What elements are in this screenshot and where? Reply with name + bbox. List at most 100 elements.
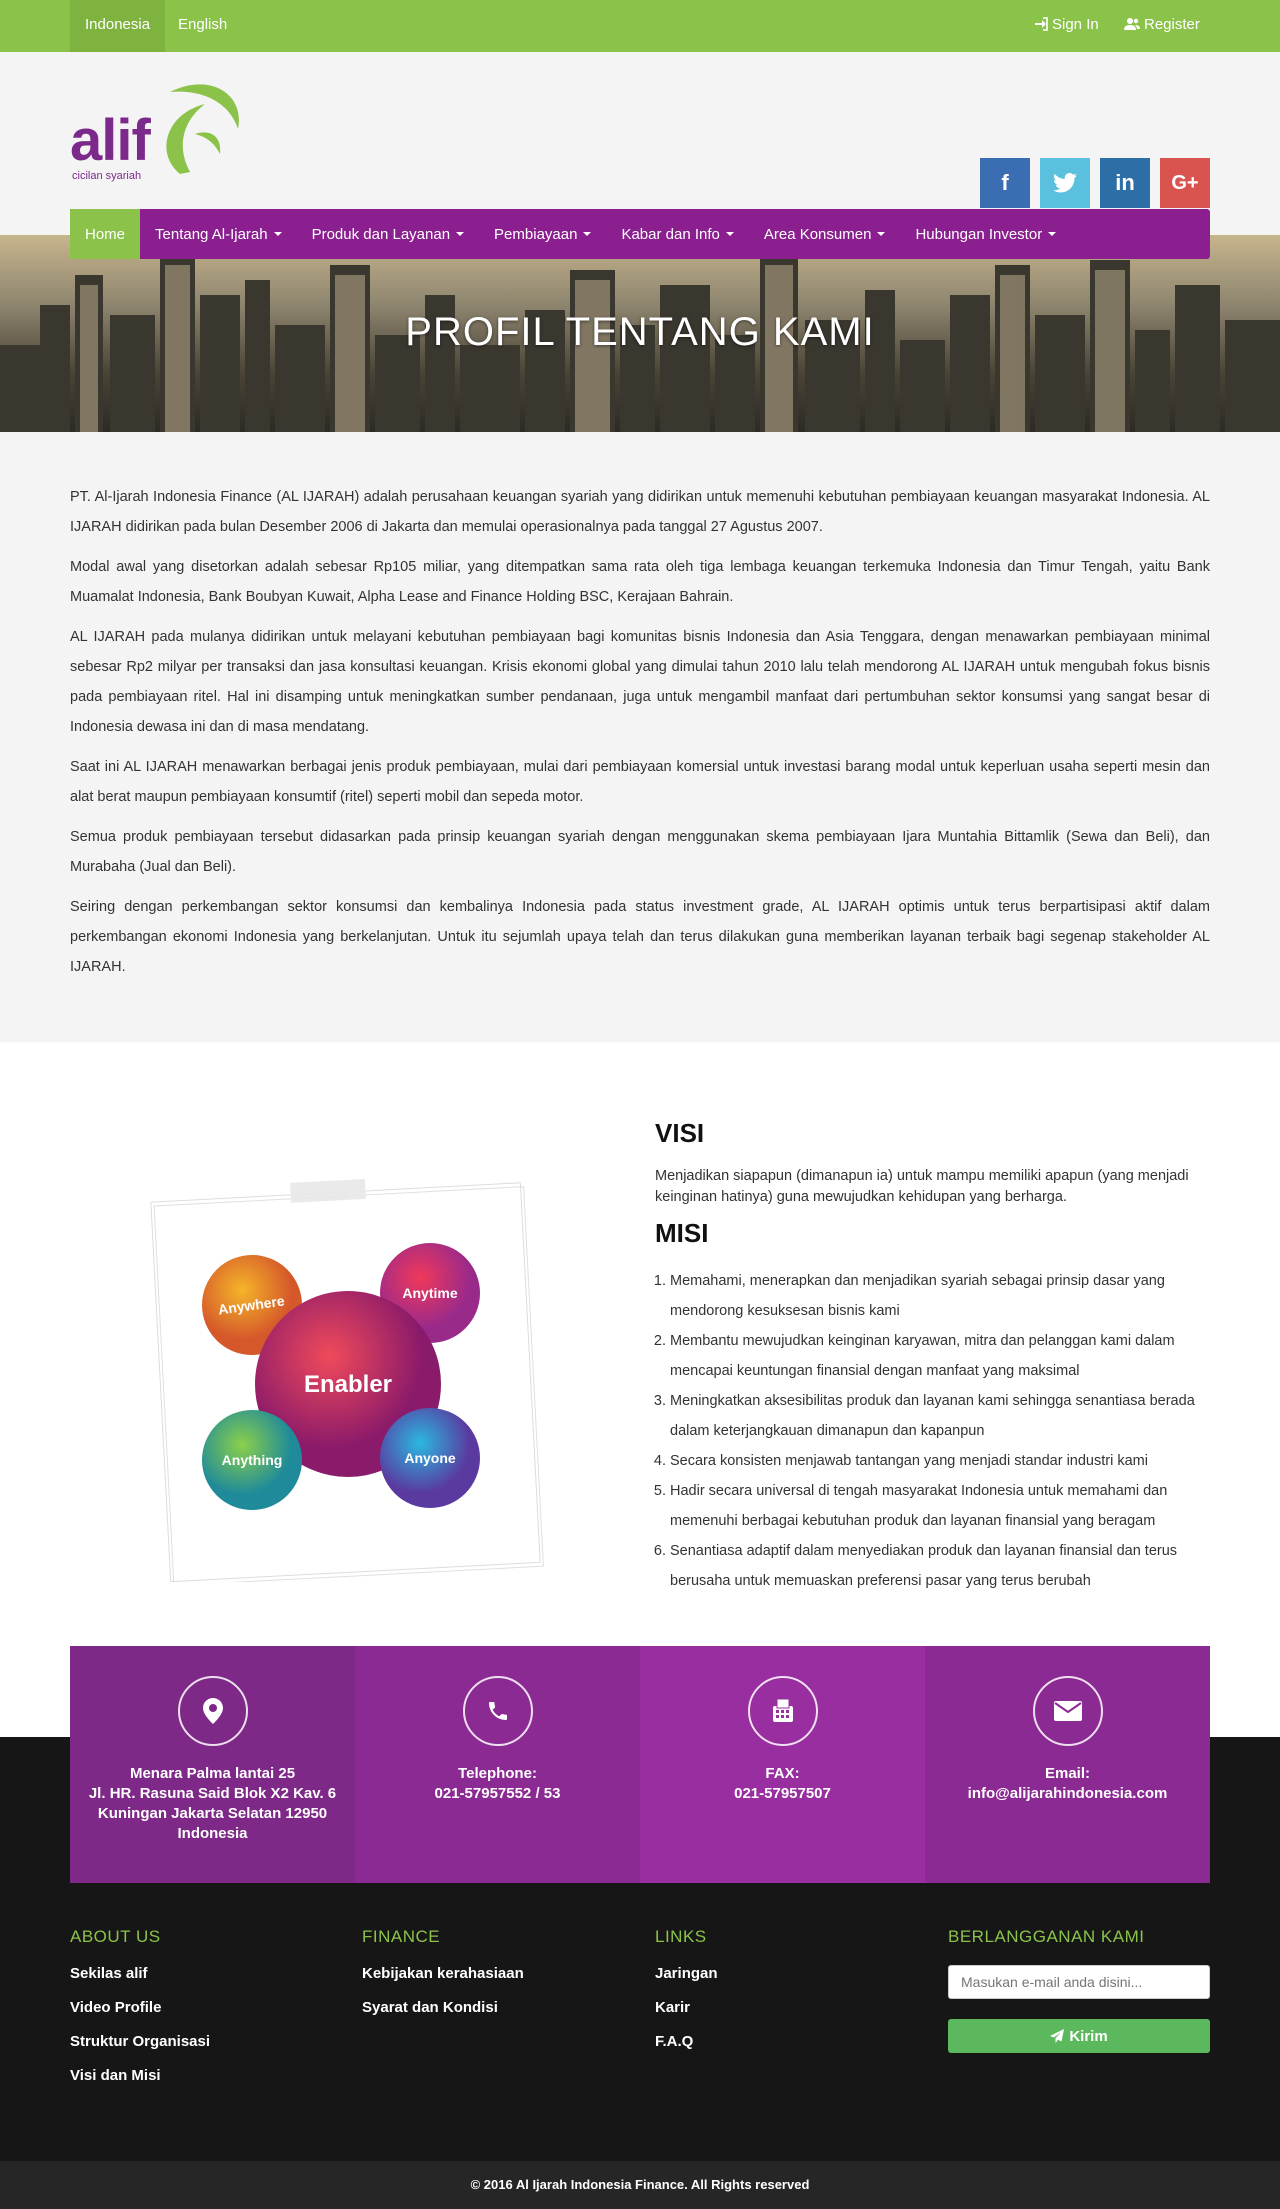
sign-in-label: Sign In	[1052, 16, 1099, 33]
contact-email: Email: info@alijarahindonesia.com	[925, 1646, 1210, 1883]
address-line: Menara Palma lantai 25	[129, 1765, 296, 1782]
misi-item: Secara konsisten menjawab tantangan yang…	[670, 1446, 1210, 1476]
contact-telephone: Telephone: 021-57957552 / 53	[355, 1646, 640, 1883]
linkedin-button[interactable]: in	[1100, 158, 1150, 208]
caret-down-icon	[725, 232, 734, 236]
nav-kabar[interactable]: Kabar dan Info	[606, 209, 748, 259]
email-value[interactable]: info@alijarahindonesia.com	[925, 1784, 1210, 1804]
top-bar: Indonesia English Sign In Register	[0, 0, 1280, 52]
footer-about: ABOUT US Sekilas alif Video Profile Stru…	[70, 1927, 210, 2101]
footer-link-sekilas[interactable]: Sekilas alif	[70, 1965, 210, 1982]
caret-down-icon	[583, 232, 592, 236]
address-line: Indonesia	[177, 1825, 248, 1842]
caret-down-icon	[273, 232, 282, 236]
facebook-button[interactable]: f	[980, 158, 1030, 208]
footer-link-video[interactable]: Video Profile	[70, 1999, 210, 2016]
nav-produk-label: Produk dan Layanan	[311, 225, 451, 243]
register-link[interactable]: Register	[1124, 0, 1200, 52]
nav-pembiayaan[interactable]: Pembiayaan	[479, 209, 606, 259]
misi-item: Memahami, menerapkan dan menjadikan syar…	[670, 1266, 1210, 1326]
telephone-label: Telephone:	[458, 1765, 537, 1782]
visi-text: Menjadikan siapapun (dimanapun ia) untuk…	[655, 1168, 1189, 1205]
footer-link-struktur[interactable]: Struktur Organisasi	[70, 2033, 210, 2050]
copyright: © 2016 Al Ijarah Indonesia Finance. All …	[0, 2161, 1280, 2209]
fax-value: 021-57957507	[734, 1785, 831, 1802]
lang-english[interactable]: English	[163, 0, 242, 52]
nav-area-label: Area Konsumen	[763, 225, 872, 243]
visi-heading: VISI	[655, 1118, 705, 1148]
telephone-value[interactable]: 021-57957552 / 53	[355, 1784, 640, 1804]
hero-banner: PROFIL TENTANG KAMI	[0, 235, 1280, 432]
google-plus-button[interactable]: G+	[1160, 158, 1210, 208]
bubble-anytime: Anytime	[402, 1285, 457, 1301]
footer-finance-heading: FINANCE	[362, 1927, 441, 1946]
envelope-icon	[1032, 1676, 1103, 1746]
twitter-button[interactable]	[1040, 158, 1090, 208]
footer-link-jaringan[interactable]: Jaringan	[655, 1965, 718, 1982]
lang-indonesia[interactable]: Indonesia	[70, 0, 166, 52]
logo-leaf-icon	[166, 84, 239, 174]
fax-label: FAX:	[765, 1765, 800, 1782]
misi-item: Hadir secara universal di tengah masyara…	[670, 1476, 1210, 1536]
footer-link-faq[interactable]: F.A.Q	[655, 2033, 718, 2050]
nav-produk[interactable]: Produk dan Layanan	[297, 209, 479, 259]
footer-links: LINKS Jaringan Karir F.A.Q	[655, 1927, 718, 2067]
footer-link-syarat[interactable]: Syarat dan Kondisi	[362, 1999, 524, 2016]
caret-down-icon	[877, 232, 886, 236]
about-paragraph: Semua produk pembiayaan tersebut didasar…	[70, 829, 1210, 875]
footer-link-visi[interactable]: Visi dan Misi	[70, 2067, 210, 2084]
footer-link-karir[interactable]: Karir	[655, 1999, 718, 2016]
email-label: Email:	[1044, 1765, 1090, 1782]
about-section: PT. Al-Ijarah Indonesia Finance (AL IJAR…	[0, 432, 1280, 1042]
address-line: Jl. HR. Rasuna Said Blok X2 Kav. 6	[88, 1785, 337, 1802]
misi-item: Membantu mewujudkan keinginan karyawan, …	[670, 1326, 1210, 1386]
nav-tentang[interactable]: Tentang Al-Ijarah	[140, 209, 297, 259]
about-paragraph: AL IJARAH pada mulanya didirikan untuk m…	[70, 629, 1210, 735]
nav-area-konsumen[interactable]: Area Konsumen	[749, 209, 901, 259]
contact-strip: Menara Palma lantai 25 Jl. HR. Rasuna Sa…	[70, 1646, 1210, 1883]
logo-tagline: cicilan syariah	[72, 170, 142, 182]
misi-heading: MISI	[655, 1218, 709, 1248]
contact-fax: FAX: 021-57957507	[640, 1646, 925, 1883]
about-paragraph: Saat ini AL IJARAH menawarkan berbagai j…	[70, 759, 1210, 805]
footer-link-kebijakan[interactable]: Kebijakan kerahasiaan	[362, 1965, 524, 1982]
page-title: PROFIL TENTANG KAMI	[405, 310, 875, 354]
misi-item: Meningkatkan aksesibilitas produk dan la…	[670, 1386, 1210, 1446]
about-paragraph: PT. Al-Ijarah Indonesia Finance (AL IJAR…	[70, 489, 1210, 535]
nav-investor-label: Hubungan Investor	[915, 225, 1043, 243]
logo-text[interactable]: alif	[70, 107, 151, 174]
facebook-icon: f	[1001, 170, 1009, 195]
sign-in-icon	[1035, 17, 1048, 31]
nav-investor[interactable]: Hubungan Investor	[900, 209, 1071, 259]
visi-misi-section: Anywhere Anytime Enabler Anything Anyone…	[0, 1042, 1280, 1737]
site-header: alif cicilan syariah f in G+	[0, 52, 1280, 235]
sign-in-link[interactable]: Sign In	[1034, 0, 1099, 52]
users-icon	[1124, 18, 1140, 30]
footer-about-heading: ABOUT US	[70, 1927, 161, 1946]
contact-address: Menara Palma lantai 25 Jl. HR. Rasuna Sa…	[70, 1646, 355, 1883]
subscribe-email-input[interactable]	[948, 1965, 1210, 1999]
footer-finance: FINANCE Kebijakan kerahasiaan Syarat dan…	[362, 1927, 524, 2033]
enabler-diagram-image: Anywhere Anytime Enabler Anything Anyone	[150, 1178, 544, 1582]
about-paragraph: Modal awal yang disetorkan adalah sebesa…	[70, 559, 1210, 605]
bubble-anyone: Anyone	[404, 1450, 456, 1466]
paper-plane-icon	[1050, 2029, 1065, 2043]
nav-home[interactable]: Home	[70, 209, 141, 259]
register-label: Register	[1144, 16, 1200, 33]
google-plus-icon: G+	[1171, 171, 1199, 194]
misi-list: Memahami, menerapkan dan menjadikan syar…	[655, 1266, 1210, 1596]
nav-kabar-label: Kabar dan Info	[621, 225, 720, 243]
footer-subscribe: BERLANGGANAN KAMI Kirim	[948, 1927, 1210, 2053]
linkedin-icon: in	[1115, 170, 1135, 195]
phone-icon	[462, 1676, 533, 1746]
subscribe-button[interactable]: Kirim	[948, 2019, 1210, 2053]
fax-icon	[747, 1676, 818, 1746]
bubble-enabler: Enabler	[304, 1371, 392, 1398]
nav-pembiayaan-label: Pembiayaan	[494, 225, 578, 243]
subscribe-button-label: Kirim	[1069, 2027, 1108, 2045]
footer-subscribe-heading: BERLANGGANAN KAMI	[948, 1927, 1145, 1946]
address-line: Kuningan Jakarta Selatan 12950	[97, 1805, 328, 1822]
nav-tentang-label: Tentang Al-Ijarah	[155, 225, 268, 243]
caret-down-icon	[1048, 232, 1057, 236]
nav-home-label: Home	[85, 225, 126, 243]
